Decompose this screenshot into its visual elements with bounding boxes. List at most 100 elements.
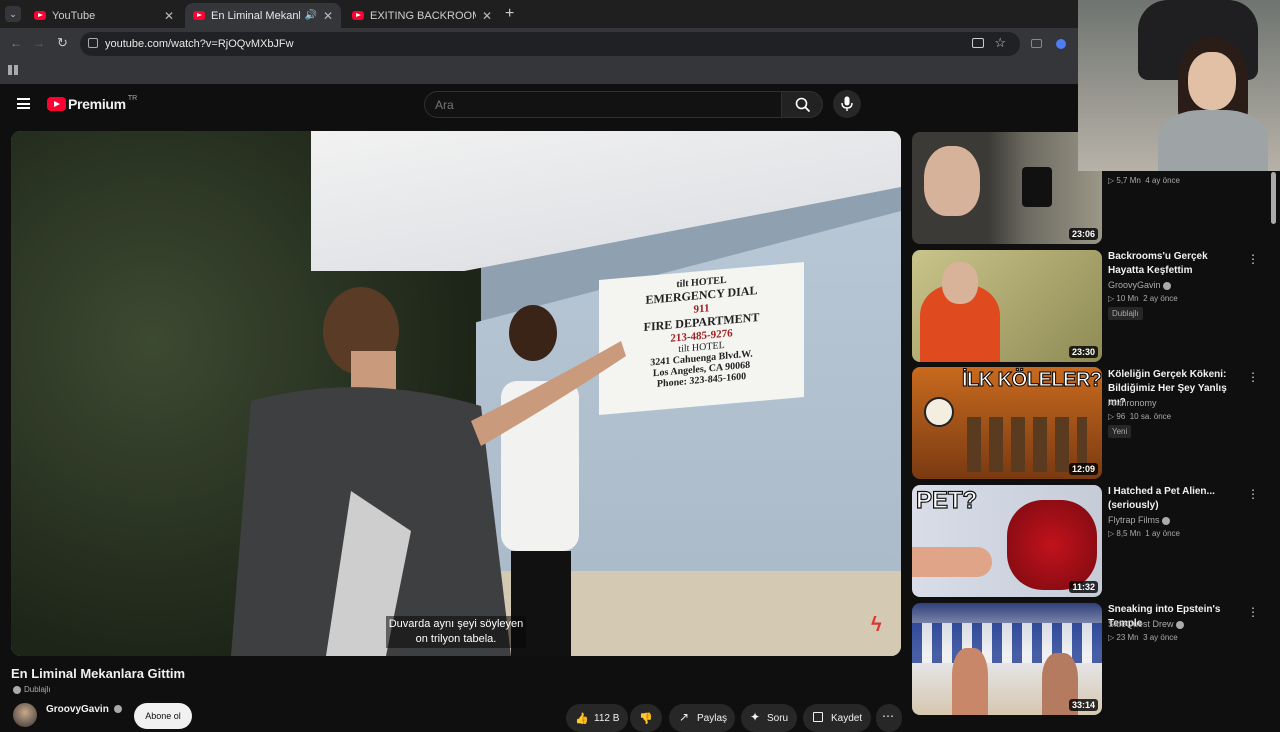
- region-code: TR: [127, 94, 138, 102]
- save-playlist-icon: [813, 712, 823, 722]
- new-tab-plus-icon[interactable]: +: [505, 5, 514, 23]
- rec-thumbnail-3[interactable]: PET? 11:32: [912, 485, 1102, 597]
- duration-badge: 11:32: [1069, 581, 1098, 593]
- subtitle-line-1: Duvarda aynı şeyi söyleyen: [388, 618, 524, 630]
- rec-more-icon[interactable]: ⋮: [1247, 605, 1259, 619]
- share-arrow-icon: ↗: [679, 710, 690, 724]
- cast-icon[interactable]: [972, 38, 984, 48]
- rec-thumbnail-2[interactable]: İLK KÖLELER? 12:09: [912, 367, 1102, 479]
- ask-button[interactable]: ✦ Soru: [741, 704, 797, 732]
- rec-title-3[interactable]: I Hatched a Pet Alien... (seriously): [1108, 485, 1240, 513]
- channel-watermark-icon[interactable]: ϟ: [871, 614, 882, 637]
- reload-icon[interactable]: ↻: [57, 35, 68, 51]
- tab-title: EXITING BACKROOMS: THE END: [370, 9, 476, 22]
- verified-check-icon: [1161, 516, 1170, 525]
- tab-title: En Liminal Mekanlara Gittim: [211, 9, 301, 22]
- thumb-stripes: [912, 623, 1102, 663]
- page-scrollbar[interactable]: [1271, 172, 1276, 224]
- video-title: En Liminal Mekanlara Gittim: [11, 666, 186, 681]
- back-arrow-icon[interactable]: ←: [10, 36, 22, 50]
- audio-playing-icon[interactable]: 🔊: [304, 10, 316, 21]
- rec-more-icon[interactable]: ⋮: [1247, 487, 1259, 501]
- like-button[interactable]: 👍 112 B: [566, 704, 628, 732]
- webcam-body: [1158, 110, 1268, 171]
- url-text: youtube.com/watch?v=RjOQvMXbJFw: [105, 38, 294, 50]
- save-label: Kaydet: [831, 712, 863, 724]
- subtitle-line-2: on trilyon tabela.: [415, 633, 497, 645]
- like-count: 112 B: [594, 712, 620, 724]
- thumb-tunnel: [1022, 167, 1052, 207]
- rec-more-icon[interactable]: ⋮: [1247, 252, 1259, 266]
- rec-channel-3[interactable]: Flytrap Films: [1108, 515, 1170, 525]
- search-input[interactable]: [424, 91, 782, 118]
- subscribe-button[interactable]: Abone ol: [134, 703, 192, 729]
- rec-thumbnail-0[interactable]: 23:06: [912, 132, 1102, 244]
- thumb-cartoon-face: [924, 397, 954, 427]
- rec-age: 3 ay önce: [1143, 633, 1178, 642]
- more-dots-icon: ⋯: [882, 709, 894, 723]
- thumb-down-icon: 👎: [639, 713, 653, 725]
- sparkle-icon: ✦: [750, 710, 761, 724]
- youtube-favicon-icon: [193, 11, 205, 20]
- profile-icon[interactable]: [1056, 39, 1066, 49]
- video-player[interactable]: tilt HOTEL EMERGENCY DIAL 911 FIRE DEPAR…: [11, 131, 901, 656]
- dislike-button[interactable]: 👎: [630, 704, 662, 732]
- search-icon: [795, 97, 811, 113]
- rec-views: 96: [1116, 412, 1126, 421]
- thumb-person: [952, 648, 988, 715]
- dub-person-icon: [13, 685, 21, 694]
- browser-tab-youtube[interactable]: YouTube ✕: [26, 3, 182, 28]
- youtube-play-logo-icon: [47, 97, 66, 111]
- share-label: Paylaş: [697, 712, 728, 724]
- youtube-favicon-icon: [34, 11, 46, 20]
- site-info-icon[interactable]: [88, 38, 98, 48]
- rec-channel-text: SideQuest Drew: [1108, 619, 1174, 629]
- duration-badge: 23:30: [1068, 346, 1098, 358]
- close-tab-icon[interactable]: ✕: [164, 9, 174, 23]
- thumb-finger: [912, 547, 992, 577]
- channel-name[interactable]: GroovyGavin: [46, 704, 122, 715]
- rec-channel-2[interactable]: Anthronomy: [1108, 398, 1157, 408]
- more-actions-button[interactable]: ⋯: [876, 704, 902, 732]
- share-button[interactable]: ↗ Paylaş: [669, 704, 735, 732]
- duration-badge: 23:06: [1068, 228, 1098, 240]
- extension-icon[interactable]: [1031, 39, 1042, 48]
- rec-thumbnail-4[interactable]: 33:14: [912, 603, 1102, 715]
- thumb-up-icon: 👍: [575, 713, 589, 725]
- webcam-overlay: [1078, 0, 1280, 171]
- rec-channel-text: GroovyGavin: [1108, 280, 1161, 290]
- close-tab-icon[interactable]: ✕: [482, 9, 492, 23]
- tab-list-chevron-icon[interactable]: ⌄: [5, 6, 21, 22]
- channel-avatar[interactable]: [13, 703, 37, 727]
- browser-tab-exiting-backrooms[interactable]: EXITING BACKROOMS: THE END ✕: [344, 3, 500, 28]
- forward-arrow-icon[interactable]: →: [33, 36, 45, 50]
- rec-channel-4[interactable]: SideQuest Drew: [1108, 619, 1184, 629]
- verified-check-icon: [1162, 281, 1171, 290]
- rec-views: 23 Mn: [1116, 633, 1139, 642]
- verified-check-icon: [1175, 620, 1184, 629]
- rec-channel-1[interactable]: GroovyGavin: [1108, 280, 1171, 290]
- rec-title-1[interactable]: Backrooms'u Gerçek Hayatta Keşfettim: [1108, 250, 1240, 278]
- menu-hamburger-icon[interactable]: [17, 98, 30, 109]
- search-button[interactable]: [781, 91, 823, 118]
- voice-search-button[interactable]: [833, 90, 861, 118]
- rec-badge-1: Dublajlı: [1108, 307, 1143, 320]
- dubbed-text: Dublajlı: [24, 685, 51, 694]
- rec-thumbnail-1[interactable]: 23:30: [912, 250, 1102, 362]
- bookmark-star-icon[interactable]: ☆: [994, 35, 1006, 51]
- rec-channel-text: Anthronomy: [1108, 398, 1157, 408]
- ask-label: Soru: [767, 712, 789, 724]
- logo-text: Premium: [68, 96, 126, 112]
- rec-age: 1 ay önce: [1145, 529, 1180, 538]
- address-bar[interactable]: youtube.com/watch?v=RjOQvMXbJFw ☆: [80, 32, 1020, 56]
- rec-more-icon[interactable]: ⋮: [1247, 370, 1259, 384]
- channel-name-text: GroovyGavin: [46, 704, 109, 715]
- save-button[interactable]: Kaydet: [803, 704, 871, 732]
- youtube-logo[interactable]: Premium TR: [47, 94, 138, 112]
- tab-title: YouTube: [52, 9, 96, 22]
- people-figures: [231, 287, 626, 656]
- close-tab-icon[interactable]: ✕: [323, 9, 333, 23]
- browser-tab-current-video[interactable]: En Liminal Mekanlara Gittim 🔊 ✕: [185, 3, 341, 28]
- apps-grid-icon[interactable]: [8, 65, 18, 75]
- rec-age: 10 sa. önce: [1129, 412, 1172, 421]
